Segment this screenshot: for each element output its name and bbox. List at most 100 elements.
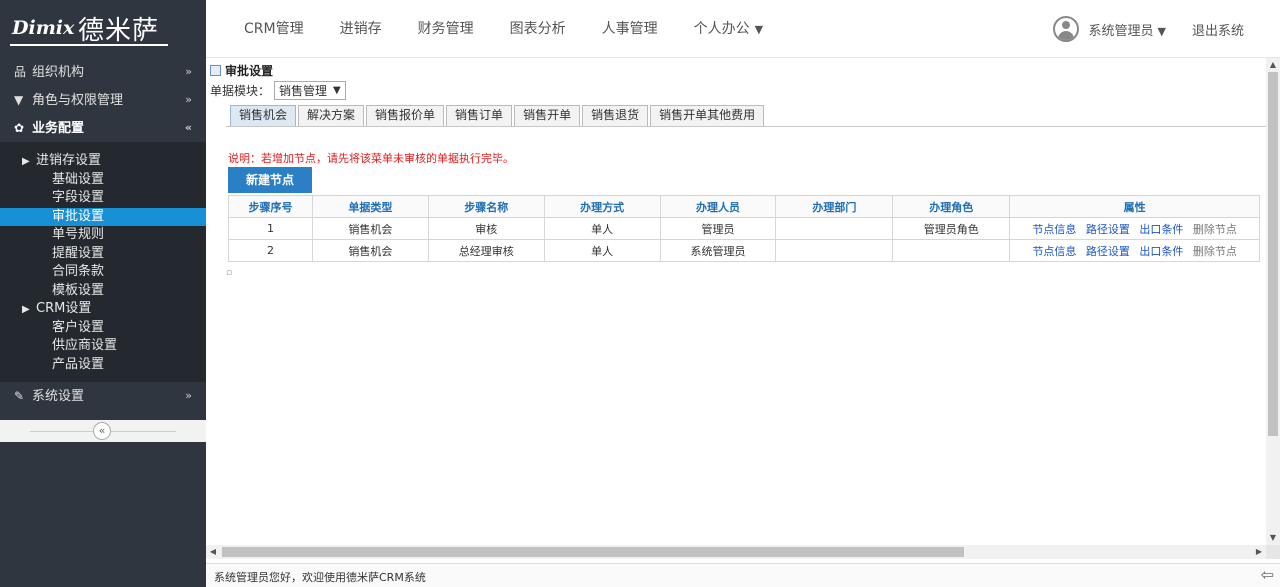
tab-bar: 销售机会 解决方案 销售报价单 销售订单 销售开单 销售退货 销售开单其他费用: [230, 105, 766, 126]
scroll-down-icon[interactable]: ▼: [1266, 531, 1280, 545]
wrench-icon: ✎: [14, 389, 25, 403]
tree-item-fields[interactable]: 字段设置: [0, 189, 206, 208]
cell-mode: 单人: [543, 217, 661, 240]
delete-node-link[interactable]: 删除节点: [1193, 245, 1237, 258]
collapse-sidebar-icon[interactable]: «: [93, 422, 111, 440]
cell-dept: [775, 217, 894, 240]
resize-mark: ▫: [226, 268, 233, 278]
select-arrow-icon: ▼: [333, 85, 341, 96]
tab-quotation[interactable]: 销售报价单: [366, 105, 445, 126]
avatar-icon[interactable]: [1052, 16, 1079, 42]
node-info-link[interactable]: 节点信息: [1032, 223, 1076, 236]
tree-item-basic[interactable]: 基础设置: [0, 171, 206, 190]
logout-link[interactable]: 退出系统: [1192, 20, 1244, 39]
path-settings-link[interactable]: 路径设置: [1086, 223, 1130, 236]
caret-down-icon: ▼: [1157, 24, 1166, 38]
tree-item-approval[interactable]: 审批设置: [0, 207, 206, 226]
sidebar-group-roles[interactable]: ▼ 角色与权限管理 »: [0, 86, 206, 114]
column-header: 办理人员: [659, 195, 777, 218]
column-header: 步骤序号: [228, 195, 313, 218]
org-chart-icon: 品: [14, 65, 27, 79]
sidebar-group-label: 系统设置: [32, 389, 85, 404]
tab-sales-return[interactable]: 销售退货: [582, 105, 649, 126]
column-header: 属性: [1009, 195, 1260, 218]
app-root: Dimix 德米萨 CRM管理 进销存 财务管理 图表分析 人事管理 个人办公 ▼…: [0, 0, 1280, 587]
cell-role: [892, 239, 1011, 262]
page-icon: [210, 65, 221, 76]
tree-folder-crm[interactable]: ▶ CRM设置: [0, 300, 206, 319]
nav-inventory[interactable]: 进销存: [322, 0, 400, 58]
module-select-value: 销售管理: [279, 84, 328, 98]
sidebar-subtree: ▶ 进销存设置 基础设置 字段设置 审批设置 单号规则 提醒设置 合同条款 模板设…: [0, 142, 206, 382]
main-panel: 审批设置 单据模块： 销售管理 ▼ 销售机会 解决方案 销售报价单 销售订单 销售…: [206, 58, 1280, 587]
tree-item-template[interactable]: 模板设置: [0, 282, 206, 301]
cell-actions: 节点信息 路径设置 出口条件 删除节点: [1009, 217, 1260, 240]
cell-step: 总经理审核: [427, 239, 545, 262]
tab-sales-opportunity[interactable]: 销售机会: [230, 105, 297, 126]
table-row: 2 销售机会 总经理审核 单人 系统管理员 节点信息 路径设置 出口条件 删除节…: [228, 239, 1260, 262]
delete-node-link[interactable]: 删除节点: [1193, 223, 1237, 236]
triangle-right-icon: ▶: [22, 156, 30, 167]
nav-finance[interactable]: 财务管理: [400, 0, 492, 58]
exit-condition-link[interactable]: 出口条件: [1139, 223, 1183, 236]
nav-personal-office[interactable]: 个人办公 ▼: [676, 0, 781, 58]
cell-doc-type: 销售机会: [311, 239, 429, 262]
vertical-scrollbar[interactable]: ▲ ▼: [1266, 58, 1280, 545]
table-row: 1 销售机会 审核 单人 管理员 管理员角色 节点信息 路径设置 出口条件 删除…: [228, 217, 1260, 240]
scrollbar-thumb[interactable]: [222, 547, 964, 557]
instruction-note: 说明：若增加节点，请先将该菜单未审核的单据执行完毕。: [228, 152, 514, 165]
scrollbar-thumb[interactable]: [1268, 72, 1278, 436]
tab-other-fees[interactable]: 销售开单其他费用: [650, 105, 765, 126]
column-header: 单据类型: [311, 195, 429, 218]
caret-down-icon: ▼: [754, 23, 764, 36]
module-label: 单据模块：: [210, 84, 271, 98]
tree-item-contract[interactable]: 合同条款: [0, 263, 206, 282]
page-title: 审批设置: [210, 62, 273, 79]
tab-sales-order[interactable]: 销售订单: [446, 105, 513, 126]
tree-item-supplier[interactable]: 供应商设置: [0, 337, 206, 356]
tree-item-reminder[interactable]: 提醒设置: [0, 245, 206, 264]
triangle-right-icon: ▶: [22, 304, 30, 315]
path-settings-link[interactable]: 路径设置: [1086, 245, 1130, 258]
tab-solution[interactable]: 解决方案: [298, 105, 365, 126]
new-node-button[interactable]: 新建节点: [228, 167, 312, 193]
node-info-link[interactable]: 节点信息: [1032, 245, 1076, 258]
sidebar-group-label: 业务配置: [32, 121, 85, 136]
pin-icon: ▼: [14, 93, 24, 107]
nav-charts[interactable]: 图表分析: [492, 0, 584, 58]
scroll-left-icon[interactable]: ◀: [206, 545, 220, 559]
exit-condition-link[interactable]: 出口条件: [1139, 245, 1183, 258]
tree-folder-label: 进销存设置: [36, 153, 102, 168]
logo-text-en: Dimix: [12, 17, 75, 39]
tree-folder-inventory[interactable]: ▶ 进销存设置: [0, 152, 206, 171]
nav-crm[interactable]: CRM管理: [226, 0, 322, 58]
table-header-row: 步骤序号 单据类型 步骤名称 办理方式 办理人员 办理部门 办理角色 属性: [228, 195, 1260, 218]
tab-sales-invoice[interactable]: 销售开单: [514, 105, 581, 126]
tree-folder-label: CRM设置: [36, 301, 92, 316]
user-menu[interactable]: 系统管理员 ▼: [1089, 20, 1166, 39]
scroll-right-icon[interactable]: ▶: [1252, 545, 1266, 559]
status-bar: 系统管理员您好，欢迎使用德米萨CRM系统 ⇦: [206, 563, 1280, 587]
sidebar-group-label: 角色与权限管理: [32, 93, 124, 108]
column-header: 办理部门: [775, 195, 894, 218]
approval-steps-table: 步骤序号 单据类型 步骤名称 办理方式 办理人员 办理部门 办理角色 属性 1 …: [228, 195, 1260, 262]
back-arrow-icon[interactable]: ⇦: [1261, 565, 1274, 584]
tree-item-customer[interactable]: 客户设置: [0, 319, 206, 338]
nav-hr[interactable]: 人事管理: [584, 0, 676, 58]
tree-item-product[interactable]: 产品设置: [0, 356, 206, 375]
top-header: Dimix 德米萨 CRM管理 进销存 财务管理 图表分析 人事管理 个人办公 ▼…: [0, 0, 1280, 58]
horizontal-scrollbar[interactable]: ◀ ▶: [206, 545, 1266, 559]
page-title-text: 审批设置: [225, 64, 274, 78]
scroll-up-icon[interactable]: ▲: [1266, 58, 1280, 72]
brand-logo[interactable]: Dimix 德米萨: [0, 0, 206, 58]
sidebar-group-system[interactable]: ✎ 系统设置 »: [0, 382, 206, 410]
welcome-message: 系统管理员您好，欢迎使用德米萨CRM系统: [214, 571, 426, 584]
module-select[interactable]: 销售管理 ▼: [274, 81, 346, 100]
double-chevron-down-icon: »: [185, 93, 192, 106]
sidebar-group-org[interactable]: 品组织机构 »: [0, 58, 206, 86]
tree-item-numbering[interactable]: 单号规则: [0, 226, 206, 245]
sidebar-group-label: 组织机构: [32, 65, 85, 80]
sidebar-group-business[interactable]: ✿ 业务配置 «: [0, 114, 206, 142]
cell-seq: 2: [228, 239, 313, 262]
cell-seq: 1: [228, 217, 313, 240]
